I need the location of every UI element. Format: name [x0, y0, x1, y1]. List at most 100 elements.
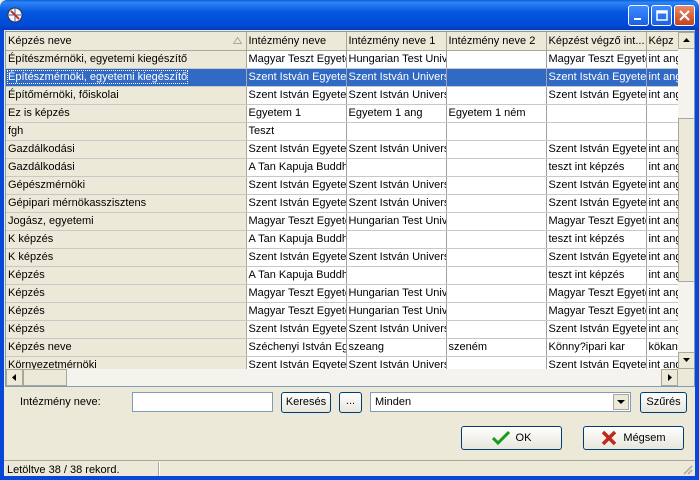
table-cell[interactable]: Szent István Egyetem — [546, 68, 647, 87]
table-cell[interactable]: Gazdálkodási — [6, 140, 247, 159]
table-cell[interactable]: Szent István Egyetem — [246, 356, 347, 369]
table-cell[interactable]: Gépipari mérnökasszisztens — [6, 194, 247, 213]
table-cell[interactable]: Szent István Egyetem — [246, 86, 347, 105]
table-cell[interactable]: int ang — [646, 194, 678, 213]
table-cell[interactable] — [346, 230, 447, 249]
column-header[interactable]: Képz — [646, 32, 678, 51]
table-row[interactable]: Jogász, egyetemiMagyar Teszt EgyetemHung… — [6, 212, 678, 231]
table-cell[interactable] — [346, 266, 447, 285]
table-cell[interactable]: Magyar Teszt Egyetem — [246, 50, 347, 69]
table-cell[interactable]: K képzés — [6, 230, 247, 249]
table-cell[interactable]: Gépészmérnöki — [6, 176, 247, 195]
table-cell[interactable]: int ang — [646, 302, 678, 321]
table-row[interactable]: Környezetmérnöki Szent István Egyetem Szen… — [6, 356, 678, 369]
table-cell[interactable]: Képzés — [6, 266, 247, 285]
table-cell[interactable]: int ang — [646, 356, 678, 369]
institution-input[interactable] — [132, 392, 273, 412]
table-row[interactable]: Képzés Szent István Egyetem Szent István U… — [6, 320, 678, 339]
table-cell[interactable]: Hungarian Test University — [346, 212, 447, 231]
table-cell[interactable] — [546, 122, 647, 141]
table-cell[interactable] — [446, 230, 547, 249]
ok-button[interactable]: OK — [461, 426, 562, 450]
table-cell[interactable]: Szent István University — [346, 68, 447, 87]
title-bar[interactable] — [0, 0, 699, 30]
table-cell[interactable]: Jogász, egyetemi — [6, 212, 247, 231]
table-cell[interactable]: Széchenyi István Egyetem — [246, 338, 347, 357]
table-cell[interactable]: int ang — [646, 50, 678, 69]
table-cell[interactable]: Szent István Egyetem — [546, 248, 647, 267]
table-cell[interactable]: int ang — [646, 158, 678, 177]
table-cell[interactable] — [446, 176, 547, 195]
table-cell[interactable] — [346, 158, 447, 177]
table-cell[interactable] — [446, 266, 547, 285]
table-cell[interactable]: Hungarian Test University — [346, 302, 447, 321]
table-cell[interactable]: Szent István Egyetem — [546, 320, 647, 339]
table-row[interactable]: KépzésMagyar Teszt EgyetemHungarian Test… — [6, 302, 678, 321]
table-cell[interactable]: szeném — [446, 338, 547, 357]
table-cell[interactable]: int ang — [646, 212, 678, 231]
table-cell[interactable]: Szent István University — [346, 320, 447, 339]
browse-button[interactable]: ... — [339, 392, 362, 413]
table-cell[interactable] — [446, 122, 547, 141]
table-cell[interactable]: Szent István University — [346, 140, 447, 159]
table-row[interactable]: Építőmérnöki, főiskolai Szent István Egye… — [6, 86, 678, 105]
vertical-scrollbar[interactable] — [678, 32, 694, 369]
table-cell[interactable]: Építőmérnöki, főiskolai — [6, 86, 247, 105]
table-cell[interactable]: Magyar Teszt Egyetem — [546, 212, 647, 231]
table-cell[interactable] — [346, 122, 447, 141]
table-cell[interactable]: Könny?ipari kar — [546, 338, 647, 357]
table-cell[interactable]: Szent István University — [346, 176, 447, 195]
table-cell[interactable] — [446, 140, 547, 159]
table-cell[interactable]: Szent István Egyetem — [546, 86, 647, 105]
table-cell[interactable]: teszt int képzés — [546, 230, 647, 249]
table-row[interactable]: KépzésMagyar Teszt EgyetemHungarian Test… — [6, 284, 678, 303]
table-cell[interactable]: Gazdálkodási — [6, 158, 247, 177]
table-row[interactable]: K képzés A Tan Kapuja Buddhista teszt int … — [6, 230, 678, 249]
table-cell[interactable]: Építészmérnöki, egyetemi kiegészítő — [6, 50, 247, 69]
table-cell[interactable]: Magyar Teszt Egyetem — [546, 50, 647, 69]
table-cell[interactable] — [646, 104, 678, 123]
filter-combo[interactable]: Minden — [370, 392, 631, 412]
table-cell[interactable]: Szent István Egyetem — [546, 140, 647, 159]
table-cell[interactable] — [446, 194, 547, 213]
column-header[interactable]: Intézmény neve 1 — [346, 32, 447, 51]
table-cell[interactable]: Szent István Egyetem — [246, 194, 347, 213]
table-row[interactable]: Képzés neve Széchenyi István Egyetemszean… — [6, 338, 678, 357]
table-cell[interactable]: Hungarian Test University — [346, 50, 447, 69]
column-header[interactable]: Képzés neve — [6, 32, 247, 51]
table-cell[interactable]: teszt int képzés — [546, 158, 647, 177]
table-cell[interactable]: Magyar Teszt Egyetem — [246, 212, 347, 231]
table-cell[interactable]: Építészmérnöki, egyetemi kiegészítő — [6, 68, 247, 87]
table-row[interactable]: Építészmérnöki, egyetemi kiegészítő Szent… — [6, 68, 678, 87]
table-cell[interactable]: int ang — [646, 140, 678, 159]
table-cell[interactable]: Teszt — [246, 122, 347, 141]
filter-button[interactable]: Szűrés — [640, 392, 687, 413]
table-cell[interactable]: Ez is képzés — [6, 104, 247, 123]
table-cell[interactable] — [446, 356, 547, 369]
table-cell[interactable]: A Tan Kapuja Buddhista — [246, 266, 347, 285]
table-cell[interactable]: int ang — [646, 230, 678, 249]
table-cell[interactable]: Magyar Teszt Egyetem — [246, 284, 347, 303]
table-cell[interactable]: int ang — [646, 284, 678, 303]
table-cell[interactable]: Magyar Teszt Egyetem — [246, 302, 347, 321]
table-row[interactable]: Építészmérnöki, egyetemi kiegészítő Magya… — [6, 50, 678, 69]
table-cell[interactable]: Szent István Egyetem — [246, 140, 347, 159]
column-header[interactable]: Intézmény neve — [246, 32, 347, 51]
table-row[interactable]: Gépipari mérnökasszisztens Szent István E… — [6, 194, 678, 213]
vertical-scroll-thumb[interactable] — [678, 118, 694, 282]
table-cell[interactable]: Szent István University — [346, 356, 447, 369]
scroll-right-button[interactable] — [661, 369, 678, 386]
table-cell[interactable]: Szent István University — [346, 248, 447, 267]
table-cell[interactable]: Szent István University — [346, 194, 447, 213]
table-cell[interactable]: Magyar Teszt Egyetem — [546, 302, 647, 321]
scroll-up-button[interactable] — [678, 32, 694, 49]
table-cell[interactable]: Szent István Egyetem — [546, 176, 647, 195]
scroll-down-button[interactable] — [678, 352, 694, 369]
table-cell[interactable]: int ang — [646, 68, 678, 87]
data-grid[interactable]: Képzés neve Intézmény neve Intézmény nev… — [5, 31, 695, 387]
table-cell[interactable]: int ang — [646, 266, 678, 285]
table-cell[interactable]: K képzés — [6, 248, 247, 267]
table-cell[interactable] — [446, 86, 547, 105]
table-cell[interactable]: Képzés — [6, 302, 247, 321]
scroll-left-button[interactable] — [6, 369, 23, 386]
